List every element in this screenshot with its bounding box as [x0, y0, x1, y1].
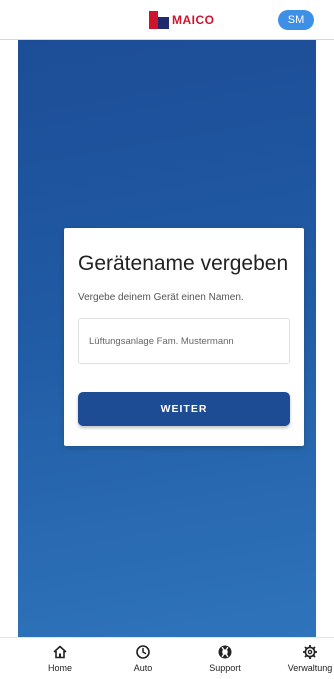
home-icon: [53, 645, 67, 659]
top-app-bar: MAICO SM: [0, 0, 334, 40]
nav-label-verwaltung: Verwaltung: [287, 663, 333, 673]
nav-label-home: Home: [47, 663, 72, 673]
next-button[interactable]: WEITER: [78, 392, 290, 426]
nav-label-auto: Auto: [133, 663, 153, 673]
nav-label-support: Support: [209, 663, 241, 673]
bottom-navigation: Home Auto Support Verwaltung: [0, 637, 334, 679]
lifebuoy-icon: [218, 645, 232, 659]
clock-icon: [136, 645, 150, 659]
nav-item-verwaltung[interactable]: Verwaltung: [278, 644, 334, 678]
device-name-input[interactable]: [78, 318, 290, 364]
nav-item-auto[interactable]: Auto: [111, 644, 175, 678]
logo-text: MAICO: [172, 13, 215, 27]
maico-logo-mark: [149, 11, 169, 29]
dialog-subtitle: Vergebe deinem Gerät einen Namen.: [78, 292, 244, 303]
user-avatar[interactable]: SM: [278, 10, 314, 30]
gear-icon: [303, 645, 317, 659]
dialog-title: Gerätename vergeben: [78, 252, 289, 275]
maico-logo: MAICO: [149, 10, 215, 30]
nav-item-support[interactable]: Support: [193, 644, 257, 678]
nav-item-home[interactable]: Home: [28, 644, 92, 678]
device-name-dialog: Gerätename vergeben Vergebe deinem Gerät…: [64, 228, 304, 446]
